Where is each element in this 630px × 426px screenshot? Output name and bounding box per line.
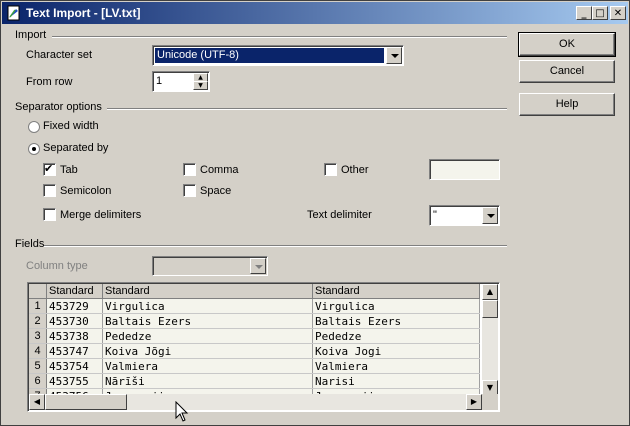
preview-grid[interactable]: Standard Standard Standard 1 453729 Virg… [27, 282, 500, 412]
title-bar: Text Import - [LV.txt] _ □ ✕ [2, 2, 628, 24]
space-label[interactable]: Space [200, 185, 231, 197]
row-number: 6 [29, 373, 47, 389]
from-row-label: From row [26, 76, 73, 88]
cell: Pededze [102, 328, 313, 344]
row-number: 3 [29, 328, 47, 344]
horizontal-scroll-thumb[interactable] [45, 394, 127, 410]
table-row: 4 453747 Koiva Jõgi Koiva Jogi [29, 343, 480, 359]
cell: Valmiera [102, 358, 313, 374]
app-icon [7, 5, 20, 21]
scroll-right-icon[interactable]: ▶ [466, 394, 482, 410]
cell: 453754 [46, 358, 103, 374]
cell: Baltais Ezers [312, 313, 480, 329]
table-row: 2 453730 Baltais Ezers Baltais Ezers [29, 313, 480, 329]
column-type-select[interactable] [152, 256, 268, 276]
cell: Koiva Jõgi [102, 343, 313, 359]
help-button[interactable]: Help [519, 93, 615, 116]
column-header[interactable]: Standard [102, 284, 313, 299]
cell: 453730 [46, 313, 103, 329]
cell: Virgulica [102, 298, 313, 314]
row-number: 2 [29, 313, 47, 329]
close-button[interactable]: ✕ [610, 6, 626, 20]
text-import-dialog: Text Import - [LV.txt] _ □ ✕ Import Char… [0, 0, 630, 426]
row-number: 4 [29, 343, 47, 359]
minimize-button[interactable]: _ [576, 6, 592, 20]
merge-delimiters-checkbox[interactable] [43, 208, 56, 221]
fixed-width-label[interactable]: Fixed width [43, 120, 99, 132]
chevron-down-icon[interactable] [482, 207, 498, 224]
semicolon-checkbox[interactable] [43, 184, 56, 197]
separated-by-label[interactable]: Separated by [43, 142, 108, 154]
ok-button[interactable]: OK [518, 32, 616, 57]
from-row-value: 1 [156, 75, 163, 87]
import-divider [52, 36, 507, 38]
separated-by-radio[interactable] [28, 143, 40, 155]
vertical-scroll-thumb[interactable] [482, 300, 498, 318]
preview-table: Standard Standard Standard 1 453729 Virg… [29, 284, 480, 404]
table-row: 3 453738 Pededze Pededze [29, 328, 480, 344]
cell: Nārīši [102, 373, 313, 389]
row-number: 1 [29, 298, 47, 314]
tab-label[interactable]: Tab [60, 164, 78, 176]
fields-divider [44, 245, 507, 247]
cell: 453747 [46, 343, 103, 359]
cell: Pededze [312, 328, 480, 344]
cancel-button[interactable]: Cancel [519, 60, 615, 83]
fixed-width-radio[interactable] [28, 121, 40, 133]
maximize-button[interactable]: □ [592, 6, 608, 20]
charset-select[interactable]: Unicode (UTF-8) [152, 45, 404, 66]
table-row: 1 453729 Virgulica Virgulica [29, 298, 480, 314]
text-delimiter-label: Text delimiter [307, 209, 372, 221]
comma-label[interactable]: Comma [200, 164, 239, 176]
spin-down-icon[interactable]: ▼ [193, 81, 208, 90]
table-row: 5 453754 Valmiera Valmiera [29, 358, 480, 374]
import-group-label: Import [15, 29, 47, 41]
fields-group-label: Fields [15, 238, 45, 250]
scroll-up-icon[interactable]: ▲ [482, 284, 498, 300]
scroll-left-icon[interactable]: ◀ [29, 394, 45, 410]
row-number: 5 [29, 358, 47, 374]
cell: Valmiera [312, 358, 480, 374]
comma-checkbox[interactable] [183, 163, 196, 176]
cell: Narisi [312, 373, 480, 389]
header-row: Standard Standard Standard [29, 284, 480, 299]
text-delimiter-value: " [433, 209, 437, 221]
tab-checkbox[interactable] [43, 162, 56, 176]
cell: 453729 [46, 298, 103, 314]
chevron-down-icon[interactable] [386, 47, 402, 64]
table-row: 6 453755 Nārīši Narisi [29, 373, 480, 389]
column-type-label: Column type [26, 260, 88, 272]
column-header[interactable]: Standard [312, 284, 480, 299]
chevron-down-icon[interactable] [250, 258, 266, 274]
mouse-pointer-icon [175, 401, 189, 422]
cell: Koiva Jogi [312, 343, 480, 359]
charset-label: Character set [26, 49, 93, 61]
cell: Virgulica [312, 298, 480, 314]
corner-cell [29, 284, 47, 299]
semicolon-label[interactable]: Semicolon [60, 185, 111, 197]
cell: 453738 [46, 328, 103, 344]
scroll-corner [482, 394, 498, 410]
other-input[interactable] [429, 159, 500, 180]
window-title: Text Import - [LV.txt] [26, 6, 141, 20]
vertical-scrollbar[interactable]: ▲ ▼ [482, 284, 498, 396]
horizontal-scrollbar[interactable]: ◀ ▶ [29, 394, 482, 410]
cell: 453755 [46, 373, 103, 389]
text-delimiter-select[interactable]: " [429, 205, 500, 226]
space-checkbox[interactable] [183, 184, 196, 197]
merge-delimiters-label[interactable]: Merge delimiters [60, 209, 141, 221]
separator-divider [107, 108, 507, 110]
from-row-spinner[interactable]: 1 ▲ ▼ [152, 71, 210, 92]
column-header[interactable]: Standard [46, 284, 103, 299]
other-label[interactable]: Other [341, 164, 369, 176]
cell: Baltais Ezers [102, 313, 313, 329]
separator-group-label: Separator options [15, 101, 102, 113]
charset-value: Unicode (UTF-8) [154, 47, 385, 64]
other-checkbox[interactable] [324, 163, 337, 176]
